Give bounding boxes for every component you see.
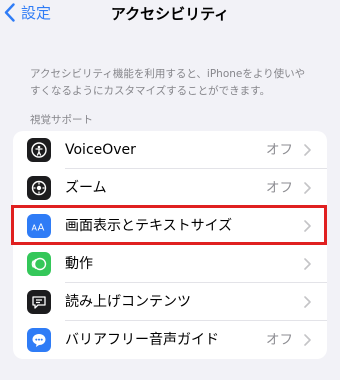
row-audio-descriptions[interactable]: バリアフリー音声ガイド オフ — [13, 321, 327, 359]
chevron-right-icon — [304, 220, 311, 232]
navigation-bar: 設定 アクセシビリティ — [0, 0, 340, 30]
chevron-right-icon — [304, 334, 311, 346]
row-spoken-content[interactable]: 読み上げコンテンツ — [13, 283, 327, 321]
spoken-content-icon — [27, 290, 51, 314]
section-header-vision: 視覚サポート — [30, 114, 93, 126]
row-zoom-value: オフ — [266, 180, 293, 196]
svg-text:A: A — [38, 223, 45, 234]
row-motion[interactable]: 動作 — [13, 245, 327, 283]
chevron-right-icon — [304, 258, 311, 270]
chevron-right-icon — [304, 144, 311, 156]
display-text-size-icon: A A — [27, 214, 51, 238]
row-zoom-label: ズーム — [65, 180, 107, 196]
chevron-right-icon — [304, 182, 311, 194]
row-voiceover-value: オフ — [266, 142, 293, 158]
row-display-text-size[interactable]: A A 画面表示とテキストサイズ — [13, 207, 327, 245]
row-zoom[interactable]: ズーム オフ — [13, 169, 327, 207]
motion-icon — [27, 252, 51, 276]
zoom-icon — [27, 176, 51, 200]
row-motion-label: 動作 — [65, 256, 93, 272]
description-line-1: アクセシビリティ機能を利用すると、iPhoneをより使いや — [30, 68, 306, 80]
row-voiceover[interactable]: VoiceOver オフ — [13, 131, 327, 169]
voiceover-icon — [27, 138, 51, 162]
page-title: アクセシビリティ — [110, 5, 230, 23]
description-line-2: すくなるようにカスタマイズすることができます。 — [30, 85, 271, 97]
row-audio-descriptions-label: バリアフリー音声ガイド — [65, 332, 219, 348]
row-spoken-content-label: 読み上げコンテンツ — [65, 294, 191, 310]
row-voiceover-label: VoiceOver — [65, 142, 136, 158]
vision-settings-list: VoiceOver オフ ズーム オフ A A 画面表示とテキストサイズ 動作 … — [13, 131, 327, 359]
row-display-text-size-label: 画面表示とテキストサイズ — [65, 218, 233, 234]
chevron-right-icon — [304, 296, 311, 308]
audio-descriptions-icon — [27, 328, 51, 352]
row-audio-descriptions-value: オフ — [266, 332, 293, 348]
accessibility-description: アクセシビリティ機能を利用すると、iPhoneをより使いや すくなるようにカスタ… — [30, 66, 320, 100]
